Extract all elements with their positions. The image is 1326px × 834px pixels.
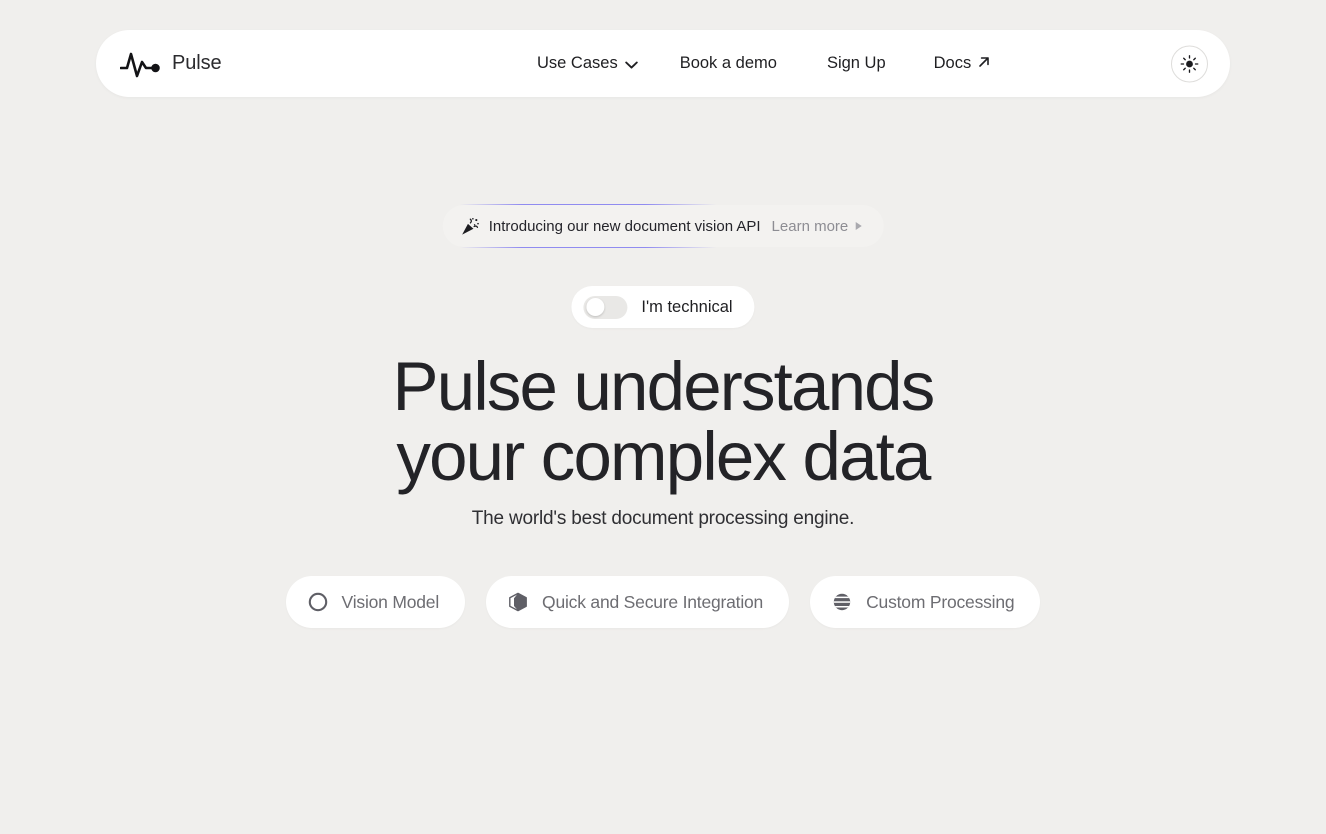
feature-pill-list: Vision Model Quick and Secure Integratio…	[0, 576, 1326, 628]
headline-line-2: your complex data	[396, 418, 931, 495]
nav-links: Use Cases Book a demo Sign Up Docs	[537, 30, 990, 97]
nav-item-docs[interactable]: Docs	[934, 48, 991, 79]
technical-toggle-switch[interactable]	[583, 295, 628, 319]
nav-item-book-a-demo-label: Book a demo	[679, 54, 777, 72]
external-link-icon	[979, 57, 990, 67]
announcement-banner[interactable]: Introducing our new document vision API …	[441, 204, 885, 248]
navbar: Pulse Use Cases Book a demo Sign Up Docs	[96, 30, 1230, 97]
feature-pill-vision-model-label: Vision Model	[341, 591, 440, 612]
nav-item-docs-label: Docs	[933, 54, 972, 72]
sun-icon	[1180, 54, 1199, 73]
pulse-waveform-icon	[120, 52, 160, 77]
party-popper-icon	[462, 217, 479, 235]
page-root: Pulse Use Cases Book a demo Sign Up Docs	[0, 0, 1326, 834]
feature-pill-vision-model[interactable]: Vision Model	[285, 576, 466, 628]
feature-pill-custom-processing-label: Custom Processing	[866, 591, 1015, 612]
aperture-lens-icon	[308, 592, 327, 612]
cube-box-icon	[509, 592, 527, 612]
hero-subtitle: The world's best document processing eng…	[471, 508, 855, 529]
caret-right-icon	[855, 222, 862, 230]
brand-name: Pulse	[172, 52, 222, 74]
chevron-down-icon	[624, 61, 638, 69]
theme-toggle-button[interactable]	[1171, 45, 1208, 82]
brand-logo-link[interactable]: Pulse	[120, 49, 222, 79]
nav-item-sign-up[interactable]: Sign Up	[827, 48, 886, 79]
technical-toggle-knob	[585, 298, 604, 316]
nav-item-use-cases[interactable]: Use Cases	[537, 48, 638, 79]
feature-pill-quick-and-secure-integration-label: Quick and Secure Integration	[542, 591, 764, 612]
technical-toggle-label: I'm technical	[641, 297, 733, 316]
page-title: Pulse understands your complex data	[0, 352, 1326, 492]
feature-pill-custom-processing[interactable]: Custom Processing	[810, 576, 1041, 628]
announcement-inner: Introducing our new document vision API …	[442, 205, 884, 247]
nav-item-book-a-demo[interactable]: Book a demo	[680, 48, 777, 79]
announcement-learn-more[interactable]: Learn more	[772, 218, 849, 235]
nav-item-use-cases-label: Use Cases	[537, 54, 618, 72]
feature-pill-quick-and-secure-integration[interactable]: Quick and Secure Integration	[486, 576, 790, 628]
headline-line-1: Pulse understands	[392, 348, 936, 425]
nav-item-sign-up-label: Sign Up	[826, 54, 886, 72]
announcement-text: Introducing our new document vision API	[488, 217, 761, 235]
technical-toggle[interactable]: I'm technical	[571, 286, 755, 328]
striped-sphere-icon	[833, 593, 851, 611]
